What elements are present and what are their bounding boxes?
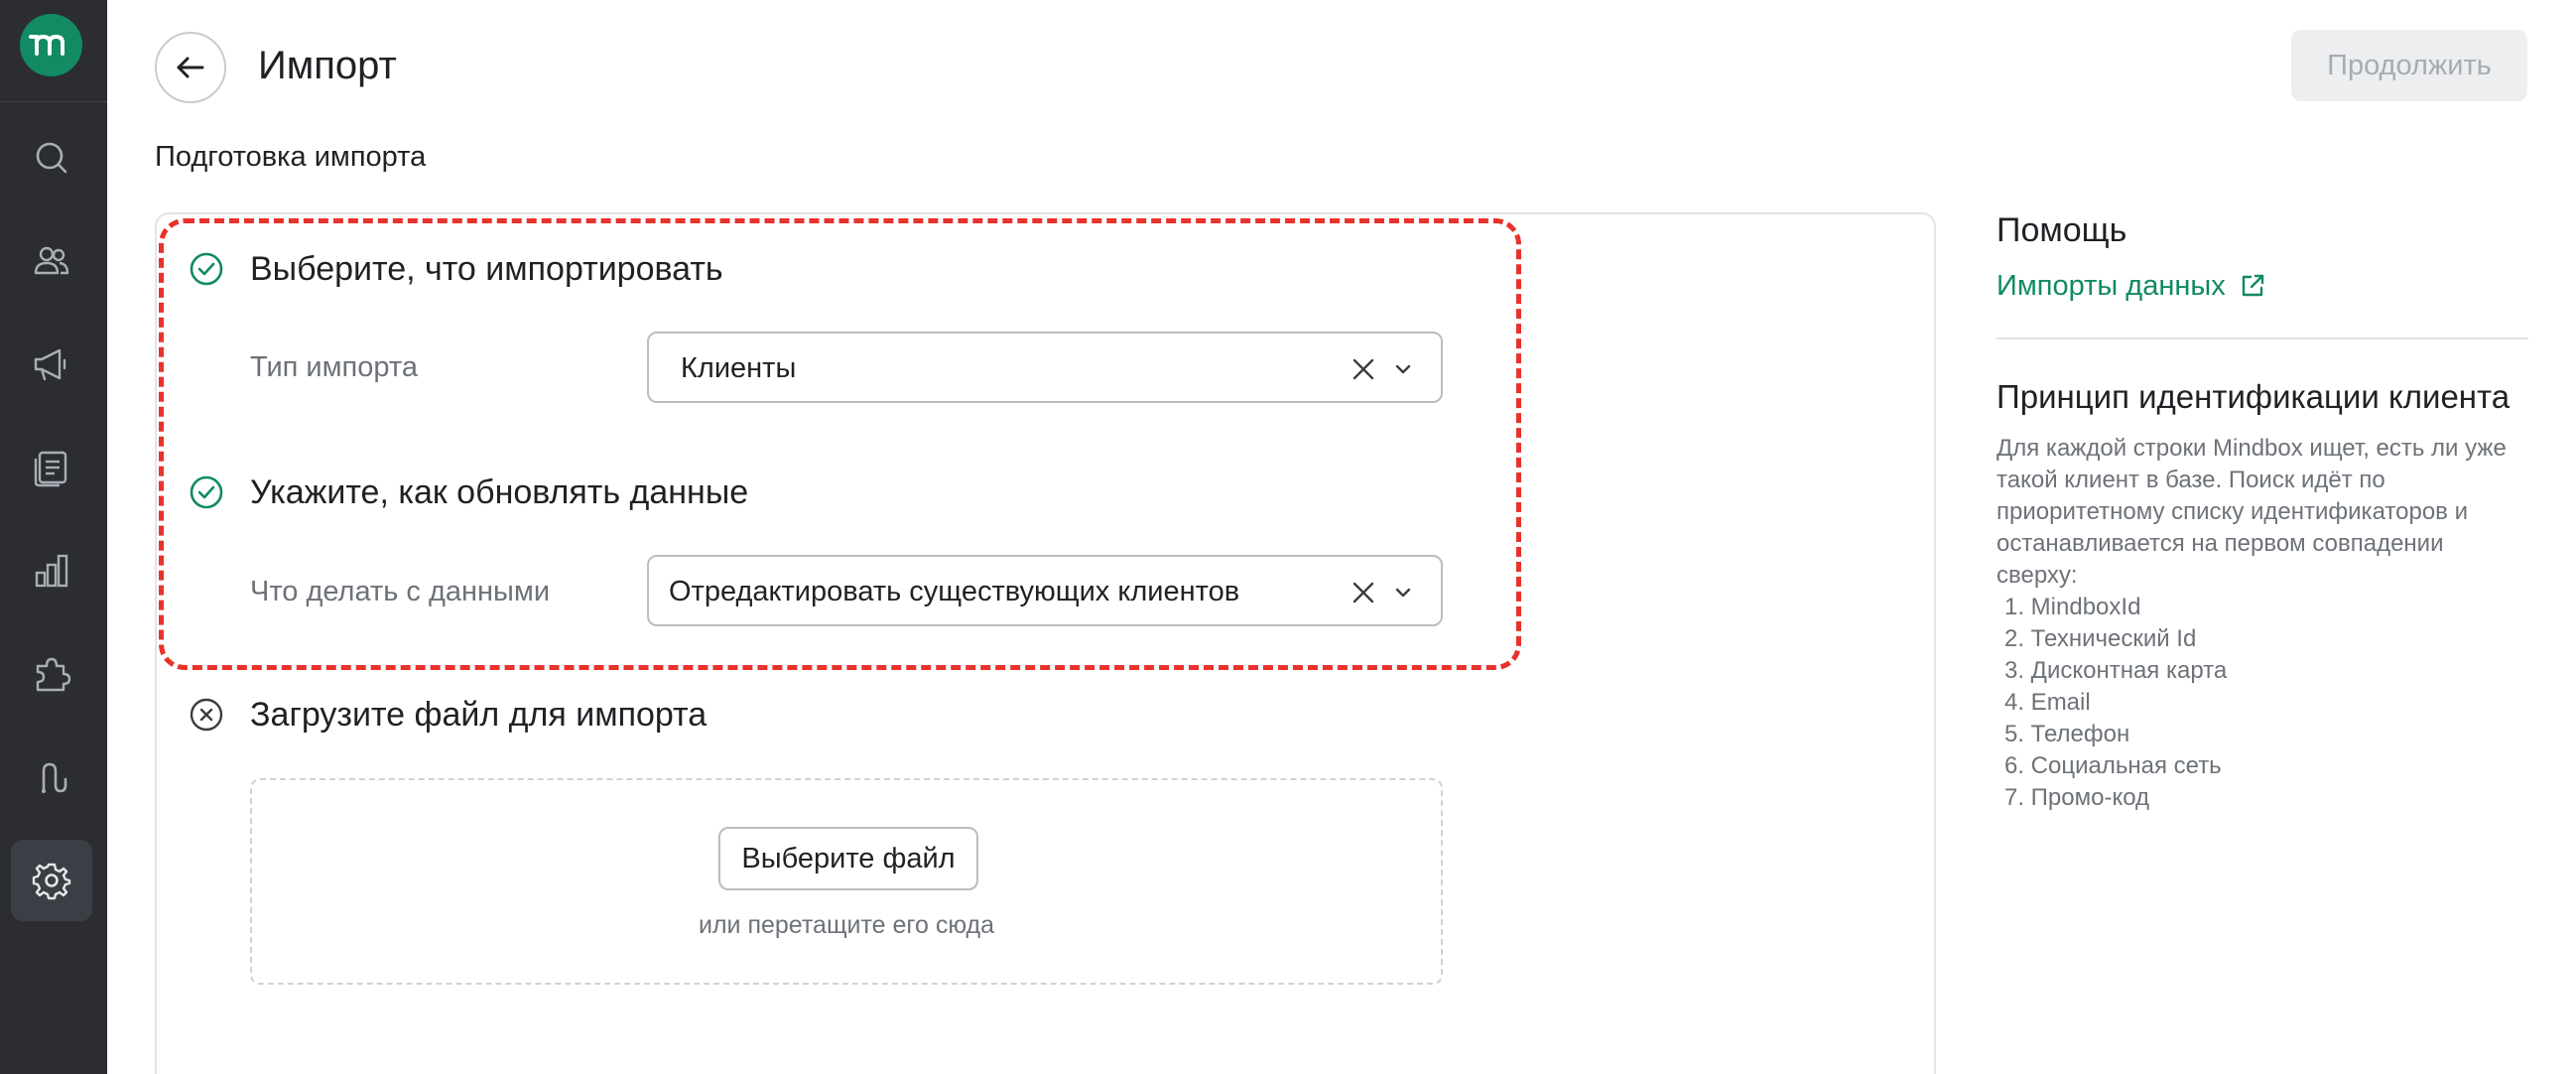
sidebar-item-campaigns[interactable] — [11, 324, 92, 405]
x-circle-icon — [190, 698, 223, 732]
back-button[interactable] — [155, 32, 226, 103]
sidebar-item-search[interactable] — [11, 117, 92, 199]
continue-button[interactable]: Продолжить — [2291, 30, 2527, 101]
sidebar-item-settings[interactable] — [11, 840, 92, 921]
list-item: 2. Технический Id — [2004, 625, 2197, 652]
list-item: 5. Телефон — [2004, 721, 2130, 747]
sidebar-item-content[interactable] — [11, 427, 92, 508]
clear-icon[interactable] — [1350, 579, 1377, 606]
automation-icon — [42, 762, 67, 793]
choose-file-button[interactable]: Выберите файл — [718, 827, 978, 890]
customers-icon — [34, 246, 69, 275]
help-link-label: Импорты данных — [1996, 270, 2226, 302]
sidebar-item-automation[interactable] — [11, 737, 92, 818]
mindbox-logo[interactable] — [20, 14, 82, 76]
step-title-upload-file: Загрузите файл для импорта — [250, 696, 708, 734]
page-subtitle: Подготовка импорта — [155, 141, 427, 173]
step-title-what-to-import: Выберите, что импортировать — [250, 250, 723, 288]
help-title: Помощь — [1996, 211, 2127, 249]
sidebar-item-integrations[interactable] — [11, 633, 92, 715]
list-item: 3. Дисконтная карта — [2004, 657, 2228, 684]
update-mode-label: Что делать с данными — [250, 576, 551, 607]
external-link-icon — [2242, 274, 2263, 297]
sidebar — [0, 0, 107, 1074]
step-title-how-to-update: Укажите, как обновлять данные — [250, 473, 749, 511]
import-type-label: Тип импорта — [250, 351, 418, 383]
logo-icon — [29, 35, 64, 56]
list-item: 1. MindboxId — [2004, 594, 2141, 620]
update-mode-value: Отредактировать существующих клиентов — [669, 576, 1240, 607]
sidebar-item-customers[interactable] — [11, 220, 92, 302]
chevron-down-icon[interactable] — [1391, 581, 1415, 604]
identification-principle-title: Принцип идентификации клиента — [1996, 378, 2511, 415]
list-item: 6. Социальная сеть — [2004, 752, 2222, 779]
sidebar-divider — [0, 101, 107, 102]
page-title: Импорт — [258, 44, 397, 87]
analytics-icon — [35, 554, 68, 588]
import-type-value: Клиенты — [681, 352, 797, 384]
campaigns-icon — [34, 348, 66, 381]
list-item: 7. Промо-код — [2004, 784, 2150, 811]
identification-principle-text: Для каждой строки Mindbox ищет, есть ли … — [1996, 435, 2507, 589]
help-divider — [1996, 337, 2528, 339]
search-icon — [36, 142, 67, 174]
check-circle-icon — [190, 252, 223, 286]
settings-icon — [32, 863, 71, 900]
import-type-select[interactable]: Клиенты — [647, 332, 1443, 403]
arrow-left-icon — [177, 57, 204, 78]
list-item: 4. Email — [2004, 689, 2091, 716]
help-link-data-imports[interactable]: Импорты данных — [1996, 268, 2267, 304]
clear-icon[interactable] — [1350, 355, 1377, 383]
chevron-down-icon[interactable] — [1391, 357, 1415, 381]
update-mode-select[interactable]: Отредактировать существующих клиентов — [647, 555, 1443, 626]
check-circle-icon — [190, 475, 223, 509]
identifier-priority-list: 1. MindboxId 2. Технический Id 3. Дискон… — [1996, 592, 2528, 814]
file-dropzone[interactable]: Выберите файл или перетащите его сюда — [250, 778, 1443, 985]
dropzone-hint: или перетащите его сюда — [698, 911, 995, 939]
sidebar-item-analytics[interactable] — [11, 530, 92, 611]
content-icon — [34, 451, 67, 487]
integrations-icon — [36, 657, 71, 692]
